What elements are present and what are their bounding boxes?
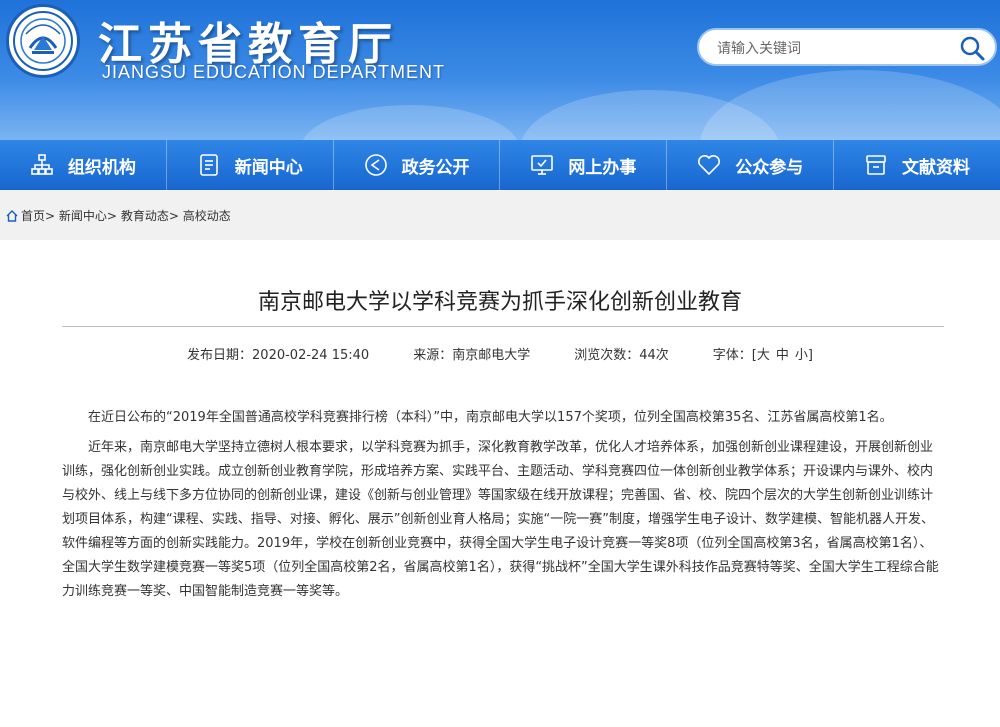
site-header: 江苏省教育厅 JIANGSU EDUCATION DEPARTMENT (0, 0, 1000, 140)
breadcrumb-separator: > (45, 208, 56, 223)
search-box (697, 28, 997, 66)
article-title: 南京邮电大学以学科竞赛为抓手深化创新创业教育 (257, 290, 742, 315)
nav-item-label: 组织机构 (67, 157, 136, 178)
site-subtitle: JIANGSU EDUCATION DEPARTMENT (102, 62, 446, 82)
nav-item-literature[interactable]: 文献资料 (834, 140, 1000, 190)
breadcrumb-separator: > (106, 208, 117, 223)
font-small-link[interactable]: 小 (795, 344, 808, 363)
breadcrumb-home[interactable]: 首页 (21, 207, 45, 224)
article-body: 在近日公布的“2019年全国普通高校学科竞赛排行榜（本科）”中，南京邮电大学以1… (62, 406, 940, 610)
breadcrumb-university-news[interactable]: 高校动态 (183, 207, 231, 224)
font-large-link[interactable]: 大 (757, 344, 770, 363)
search-icon[interactable] (959, 35, 985, 61)
view-count: 浏览次数：44次 (574, 348, 669, 363)
breadcrumb-education-news[interactable]: 教育动态 (121, 207, 169, 224)
font-size-control: 字体：[大中小] (713, 344, 813, 363)
nav-item-label: 网上办事 (568, 157, 637, 178)
article-paragraph: 在近日公布的“2019年全国普通高校学科竞赛排行榜（本科）”中，南京邮电大学以1… (88, 410, 893, 425)
department-emblem-icon[interactable] (6, 4, 80, 78)
font-size-label: 字体：[ (712, 348, 757, 363)
font-size-close: ] (807, 348, 813, 363)
heart-icon (698, 155, 721, 176)
org-chart-icon (31, 154, 53, 175)
search-input[interactable] (715, 37, 949, 61)
breadcrumb-separator: > (168, 208, 179, 223)
article-source: 来源：南京邮电大学 (413, 348, 531, 363)
home-icon (6, 209, 18, 222)
monitor-icon (531, 155, 554, 175)
font-medium-link[interactable]: 中 (776, 344, 789, 363)
breadcrumb-bar: 首页 > 新闻中心 > 教育动态 > 高校动态 (0, 190, 1000, 240)
main-nav: 组织机构 新闻中心 政务公开 网上办事 公众参与 文献资料 (0, 140, 1000, 190)
nav-item-label: 公众参与 (735, 157, 804, 178)
header-cloud-decoration (300, 105, 520, 140)
breadcrumb: 首页 > 新闻中心 > 教育动态 > 高校动态 (6, 207, 231, 224)
nav-item-news[interactable]: 新闻中心 (167, 140, 334, 190)
title-divider (62, 326, 944, 327)
news-document-icon (199, 154, 218, 176)
send-icon (364, 154, 387, 176)
breadcrumb-news-center[interactable]: 新闻中心 (59, 207, 107, 224)
article-paragraph: 近年来，南京邮电大学坚持立德树人根本要求，以学科竞赛为抓手，深化教育教学改革，优… (62, 440, 939, 599)
nav-item-organization[interactable]: 组织机构 (0, 140, 167, 190)
nav-item-online-services[interactable]: 网上办事 (500, 140, 668, 190)
archive-icon (866, 155, 886, 175)
nav-item-government-affairs[interactable]: 政务公开 (334, 140, 501, 190)
nav-item-label: 文献资料 (902, 157, 971, 178)
article-meta: 发布日期：2020-02-24 15:40 来源：南京邮电大学 浏览次数：44次… (0, 344, 1000, 363)
nav-item-label: 政务公开 (401, 157, 470, 178)
nav-item-public-participation[interactable]: 公众参与 (667, 140, 835, 190)
article: 南京邮电大学以学科竞赛为抓手深化创新创业教育 发布日期：2020-02-24 1… (0, 240, 1000, 727)
nav-item-label: 新闻中心 (234, 157, 303, 178)
header-cloud-decoration (700, 70, 1000, 140)
publish-date: 发布日期：2020-02-24 15:40 (187, 348, 370, 363)
